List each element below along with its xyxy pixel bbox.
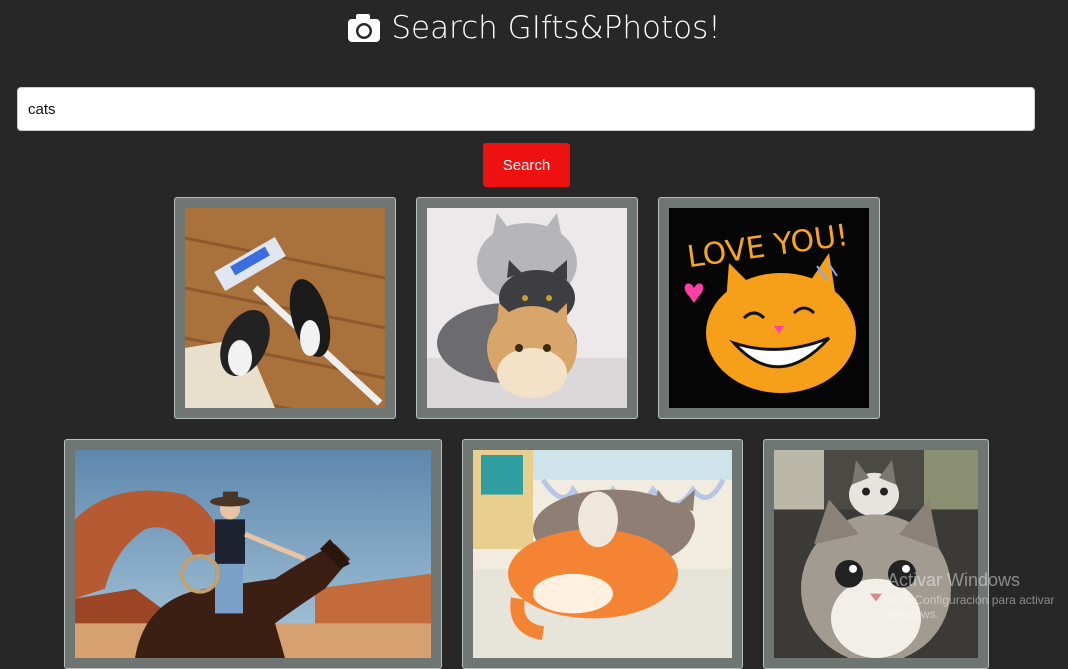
result-image-orange-cat-cuddle: [473, 450, 732, 658]
result-image-cats-mop: [185, 208, 385, 408]
result-image-love-you-cat: LOVE YOU!: [669, 208, 869, 408]
result-card[interactable]: [416, 197, 638, 419]
search-input[interactable]: [17, 87, 1035, 131]
windows-activation-watermark: Activar Windows Ve a Configuración para …: [887, 570, 1068, 621]
page-title: Search GIfts&Photos!: [391, 10, 721, 46]
page-title-row: Search GIfts&Photos!: [0, 10, 1068, 46]
result-image-surprised-kittens: [774, 450, 978, 658]
camera-icon: [348, 14, 381, 42]
result-card[interactable]: LOVE YOU!: [658, 197, 880, 419]
watermark-line2: Ve a Configuración para activar Windows.: [887, 593, 1055, 621]
search-button[interactable]: Search: [483, 143, 570, 187]
result-card[interactable]: [174, 197, 396, 419]
result-image-cowgirl-horse: [75, 450, 431, 658]
result-card[interactable]: [64, 439, 442, 669]
result-card[interactable]: [763, 439, 989, 669]
result-card[interactable]: [462, 439, 743, 669]
watermark-line1: Activar Windows: [887, 570, 1021, 590]
result-image-cats-stacked: [427, 208, 627, 408]
